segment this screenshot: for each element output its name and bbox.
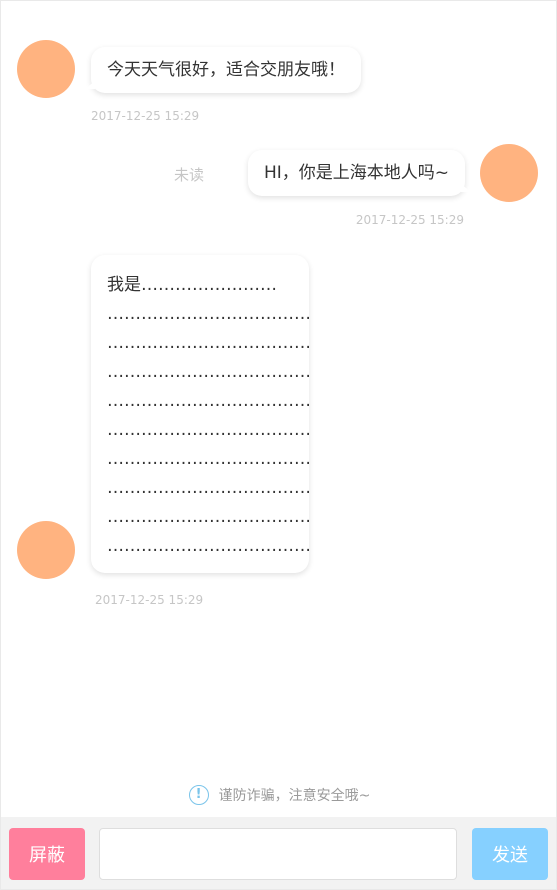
block-button[interactable]: 屏蔽 — [9, 828, 85, 880]
message-bubble: 今天天气很好，适合交朋友哦！ — [85, 47, 361, 93]
message-text: 我是…………………… ……………………………… ……………………………… ………… — [107, 275, 309, 556]
info-icon: ! — [188, 785, 209, 805]
safety-notice-text: 谨防诈骗，注意安全哦~ — [218, 788, 371, 804]
message-timestamp: 2017-12-25 15:29 — [95, 593, 204, 607]
bubble-tail — [91, 561, 95, 569]
message-timestamp: 2017-12-25 15:29 — [91, 109, 200, 123]
message-bubble: HI，你是上海本地人吗~ — [247, 150, 471, 196]
avatar[interactable] — [480, 144, 538, 202]
avatar[interactable] — [17, 521, 75, 579]
message-text: 今天天气很好，适合交朋友哦！ — [107, 60, 345, 80]
bubble-tail — [461, 184, 471, 192]
message-bubble: 我是…………………… ……………………………… ……………………………… ………… — [91, 255, 309, 573]
input-bar: 屏蔽 发送 — [1, 817, 556, 889]
chat-screen: 今天天气很好，适合交朋友哦！ 2017-12-25 15:29 未读 HI，你是… — [0, 0, 557, 890]
avatar[interactable] — [17, 40, 75, 98]
message-timestamp: 2017-12-25 15:29 — [355, 213, 464, 227]
bubble-tail — [85, 81, 95, 89]
unread-status: 未读 — [173, 166, 204, 184]
message-input[interactable] — [99, 828, 457, 880]
message-text: HI，你是上海本地人吗~ — [263, 163, 449, 183]
safety-notice: ! 谨防诈骗，注意安全哦~ — [1, 785, 557, 805]
send-button[interactable]: 发送 — [472, 828, 548, 880]
